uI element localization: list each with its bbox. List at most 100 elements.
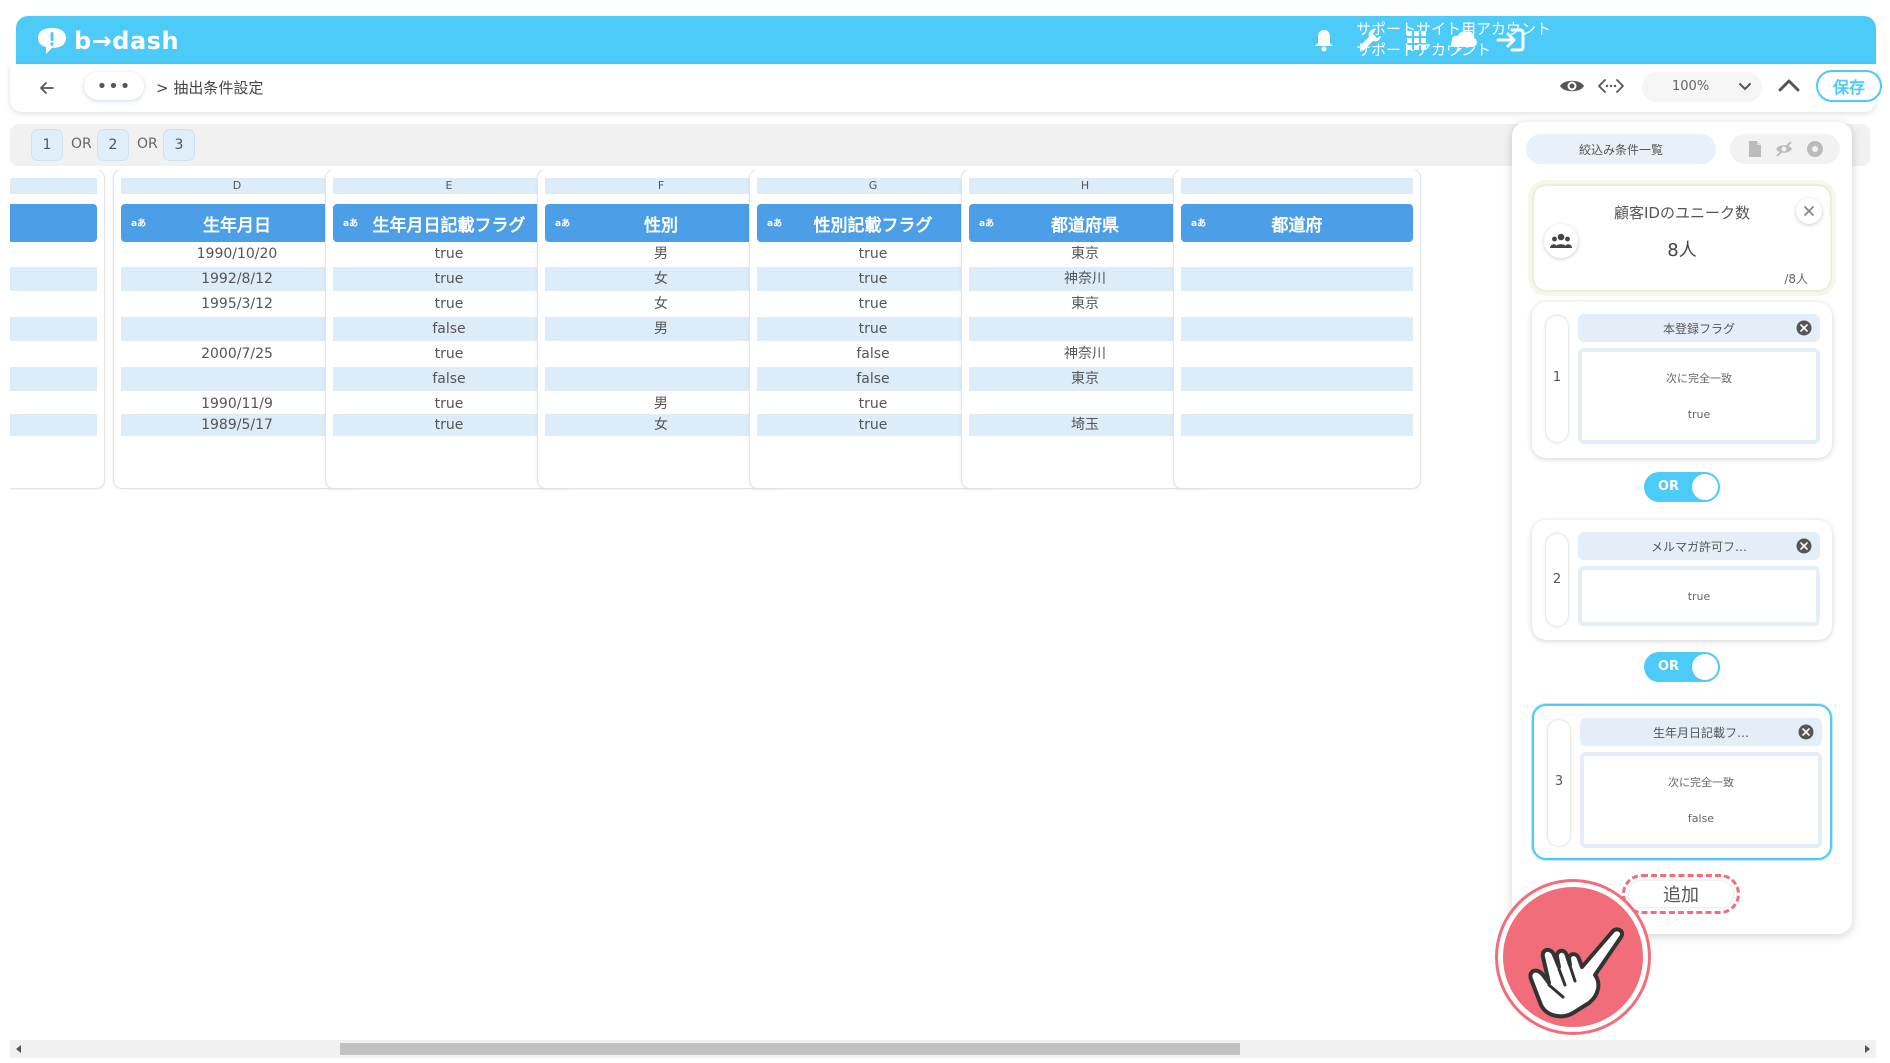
condition-tab-3[interactable]: 3 <box>164 130 194 160</box>
table-cell[interactable]: true <box>333 414 565 436</box>
wrench-icon[interactable] <box>1356 26 1384 54</box>
horizontal-scrollbar[interactable] <box>10 1040 1876 1058</box>
table-cell[interactable]: 埼玉 <box>969 414 1201 436</box>
scroll-right-icon[interactable] <box>1862 1044 1872 1054</box>
table-cell[interactable] <box>969 392 1201 416</box>
table-cell[interactable]: true <box>333 392 565 416</box>
condition-card-3[interactable]: 3 生年月日記載フ… 次に完全一致 false <box>1532 704 1832 860</box>
chevron-up-icon[interactable] <box>1776 74 1802 96</box>
condition-card-1[interactable]: 1 本登録フラグ 次に完全一致 true <box>1532 302 1832 458</box>
panel-title[interactable]: 絞込み条件一覧 <box>1526 134 1716 164</box>
table-cell[interactable]: 神奈川 <box>969 342 1201 366</box>
table-cell[interactable]: 東京 <box>969 292 1201 316</box>
table-cell[interactable] <box>1181 292 1413 316</box>
table-cell[interactable]: 1990/10/20 <box>121 242 353 266</box>
table-cell[interactable]: ue <box>10 292 97 316</box>
table-cell[interactable]: ue <box>10 414 97 436</box>
table-cell[interactable] <box>1181 317 1413 341</box>
table-cell[interactable]: true <box>757 242 989 266</box>
table-cell[interactable]: 1990/11/9 <box>121 392 353 416</box>
table-cell[interactable]: false <box>333 367 565 391</box>
column-letter[interactable]: H <box>969 178 1201 194</box>
table-cell[interactable] <box>121 367 353 391</box>
table-cell[interactable]: 男 <box>545 242 777 266</box>
save-button[interactable]: 保存 <box>1816 70 1882 102</box>
column-header[interactable]: フラグ <box>10 204 97 242</box>
table-cell[interactable]: 1989/5/17 <box>121 414 353 436</box>
table-cell[interactable] <box>1181 267 1413 291</box>
table-cell[interactable]: ue <box>10 317 97 341</box>
scroll-left-icon[interactable] <box>14 1044 24 1054</box>
condition-card-2[interactable]: 2 メルマガ許可フ… true <box>1532 520 1832 640</box>
table-cell[interactable]: ue <box>10 392 97 416</box>
column-letter[interactable]: D <box>121 178 353 194</box>
table-cell[interactable]: 男 <box>545 392 777 416</box>
table-cell[interactable]: false <box>757 342 989 366</box>
column-header[interactable]: aあ 生年月日記載フラグ <box>333 204 565 242</box>
settings-icon[interactable] <box>1806 140 1824 158</box>
table-cell[interactable] <box>1181 414 1413 436</box>
column-header[interactable]: aあ 都道府県 <box>969 204 1201 242</box>
cloud-icon[interactable] <box>1448 26 1480 54</box>
eye-off-icon[interactable] <box>1774 140 1794 158</box>
eye-icon[interactable] <box>1558 74 1586 98</box>
table-cell[interactable]: 神奈川 <box>969 267 1201 291</box>
or-toggle[interactable]: OR <box>1644 472 1720 502</box>
document-icon[interactable] <box>1746 140 1764 158</box>
table-cell[interactable]: true <box>757 267 989 291</box>
unique-close-button[interactable] <box>1796 198 1822 224</box>
table-cell[interactable]: 1992/8/12 <box>121 267 353 291</box>
zoom-select[interactable]: 100% <box>1642 72 1762 102</box>
condition-tab-2[interactable]: 2 <box>98 130 128 160</box>
table-cell[interactable] <box>1181 242 1413 266</box>
table-cell[interactable] <box>121 317 353 341</box>
table-cell[interactable]: 1995/3/12 <box>121 292 353 316</box>
grid-icon[interactable] <box>1402 26 1430 54</box>
table-cell[interactable] <box>1181 342 1413 366</box>
table-cell[interactable]: true <box>333 242 565 266</box>
table-cell[interactable]: 女 <box>545 414 777 436</box>
table-cell[interactable]: true <box>757 317 989 341</box>
table-cell[interactable]: ue <box>10 267 97 291</box>
bell-icon[interactable] <box>1310 26 1338 54</box>
table-cell[interactable]: true <box>757 292 989 316</box>
table-cell[interactable]: ue <box>10 242 97 266</box>
column-header[interactable]: aあ 都道府 <box>1181 204 1413 242</box>
table-cell[interactable]: 女 <box>545 292 777 316</box>
close-icon[interactable] <box>1798 724 1814 740</box>
condition-field[interactable]: メルマガ許可フ… <box>1578 532 1820 560</box>
table-cell[interactable]: 2000/7/25 <box>121 342 353 366</box>
column-letter[interactable]: E <box>333 178 565 194</box>
table-cell[interactable] <box>969 317 1201 341</box>
condition-field[interactable]: 本登録フラグ <box>1578 314 1820 342</box>
table-cell[interactable]: true <box>757 392 989 416</box>
table-cell[interactable]: ue <box>10 342 97 366</box>
code-icon[interactable] <box>1596 75 1626 97</box>
column-letter[interactable] <box>10 178 97 194</box>
more-button[interactable]: ••• <box>84 72 144 100</box>
table-cell[interactable]: 東京 <box>969 367 1201 391</box>
table-cell[interactable] <box>1181 392 1413 416</box>
table-cell[interactable] <box>1181 367 1413 391</box>
back-arrow-icon[interactable] <box>36 77 58 99</box>
table-cell[interactable] <box>545 342 777 366</box>
logout-icon[interactable] <box>1494 26 1526 54</box>
column-header[interactable]: aあ 性別記載フラグ <box>757 204 989 242</box>
table-cell[interactable]: 男 <box>545 317 777 341</box>
close-icon[interactable] <box>1796 538 1812 554</box>
condition-value-box[interactable]: true <box>1578 566 1820 626</box>
column-letter[interactable] <box>1181 178 1413 194</box>
table-cell[interactable]: 女 <box>545 267 777 291</box>
condition-field[interactable]: 生年月日記載フ… <box>1580 718 1822 746</box>
table-cell[interactable]: true <box>333 267 565 291</box>
condition-value-box[interactable]: 次に完全一致 false <box>1580 752 1822 848</box>
condition-value-box[interactable]: 次に完全一致 true <box>1578 348 1820 444</box>
close-icon[interactable] <box>1796 320 1812 336</box>
or-toggle[interactable]: OR <box>1644 652 1720 682</box>
add-condition-button[interactable]: 追加 <box>1622 874 1740 914</box>
column-header[interactable]: aあ 生年月日 <box>121 204 353 242</box>
scrollbar-thumb[interactable] <box>340 1043 1240 1055</box>
table-cell[interactable]: true <box>333 292 565 316</box>
table-cell[interactable]: 東京 <box>969 242 1201 266</box>
column-letter[interactable]: F <box>545 178 777 194</box>
